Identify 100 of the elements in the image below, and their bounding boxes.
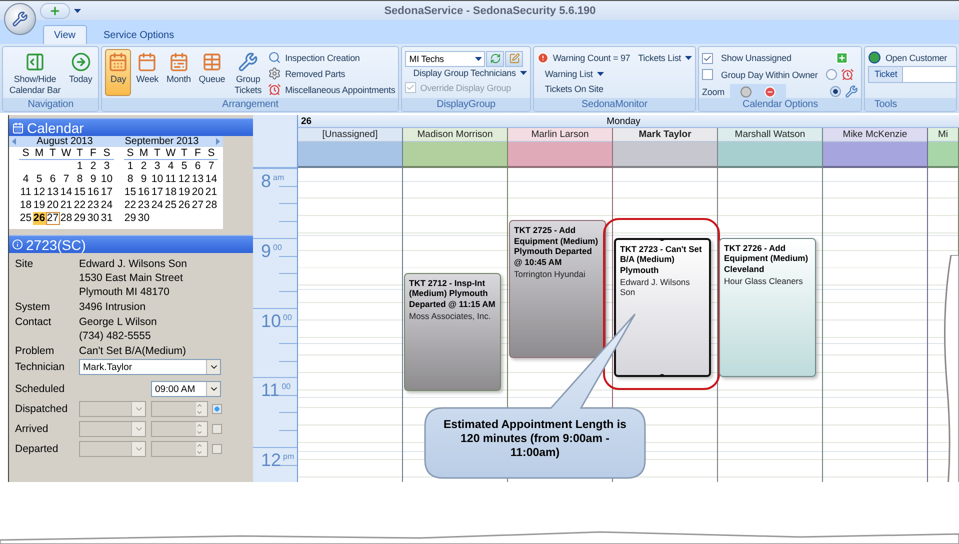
calendar-day[interactable]: 3	[100, 160, 114, 173]
ticket-field[interactable]: Ticket	[868, 66, 956, 83]
checkbox[interactable]	[702, 52, 714, 64]
calendar-day[interactable]: 24	[100, 199, 114, 212]
calendar-day[interactable]: 11	[19, 186, 32, 199]
warning-list-menu[interactable]: Warning List	[536, 66, 692, 80]
calendar-day[interactable]: 14	[204, 173, 218, 186]
resource-header[interactable]: Mi	[928, 128, 958, 142]
resource-header[interactable]: Mike McKenzie	[823, 128, 927, 142]
calendar-day[interactable]: 18	[164, 186, 178, 199]
calendar-day[interactable]: 19	[32, 199, 46, 212]
calendar-day[interactable]: 25	[19, 212, 32, 225]
calendar-day[interactable]: 28	[204, 199, 218, 212]
checkbox[interactable]	[702, 69, 714, 80]
calendar-day[interactable]: 7	[60, 173, 73, 186]
calendar-day[interactable]: 22	[73, 199, 86, 212]
ribbon-link[interactable]: Removed Parts	[268, 67, 396, 80]
calendar-day[interactable]: 15	[73, 186, 86, 199]
time-select[interactable]: 09:00 AM	[151, 381, 221, 397]
date-select[interactable]	[79, 401, 146, 417]
calendar-day[interactable]: 2	[86, 160, 100, 173]
calendar-day[interactable]: 3	[150, 160, 164, 173]
calendar-day[interactable]: 31	[100, 212, 114, 225]
display-group-select[interactable]: MI Techs	[405, 50, 486, 66]
view-button[interactable]: Day	[105, 49, 132, 96]
calendar-day[interactable]: 30	[86, 212, 100, 225]
status-button[interactable]	[212, 424, 222, 434]
calendar-day[interactable]: 13	[46, 186, 60, 199]
radio-button[interactable]	[826, 69, 837, 80]
time-spinner[interactable]	[151, 421, 208, 437]
refresh-button[interactable]	[486, 50, 504, 66]
ribbon-tab[interactable]: View	[43, 25, 86, 44]
view-button[interactable]: Queue	[196, 49, 228, 96]
date-select[interactable]	[79, 441, 146, 457]
calendar-day[interactable]: 5	[178, 160, 191, 173]
tickets-on-site-link[interactable]: Tickets On Site	[536, 82, 692, 96]
calendar-day[interactable]: 26	[178, 199, 191, 212]
status-button[interactable]	[212, 404, 222, 414]
calendar-day[interactable]: 6	[191, 160, 204, 173]
calendar-day[interactable]: 10	[150, 173, 164, 186]
appointment-card[interactable]: TKT 2726 - Add Equipment (Medium) Cleveland Hour Glass Cleaners	[719, 238, 816, 378]
calendar-day[interactable]: 16	[137, 186, 150, 199]
resource-header[interactable]: Madison Morrison	[403, 128, 507, 142]
calendar-day[interactable]: 5	[32, 173, 46, 186]
calendar-day[interactable]: 10	[100, 173, 114, 186]
appointment-card[interactable]: TKT 2712 - Insp-Int (Medium) Plymouth Departed @ 11:15 AM Moss Associates, Inc.	[404, 272, 501, 392]
calendar-day[interactable]: 22	[124, 199, 137, 212]
calendar-day[interactable]: 1	[124, 160, 137, 173]
group-tickets-button[interactable]: Group Tickets	[230, 49, 266, 96]
calendar-day[interactable]: 29	[124, 212, 137, 225]
calendar-day[interactable]: 26	[32, 212, 46, 225]
calendar-day[interactable]: 4	[164, 160, 178, 173]
calendar-day[interactable]: 21	[60, 199, 73, 212]
calendar-day[interactable]: 20	[46, 199, 60, 212]
calendar-day[interactable]: 16	[86, 186, 100, 199]
time-spinner[interactable]	[151, 441, 208, 457]
calendar-day[interactable]: 20	[191, 186, 204, 199]
edit-button[interactable]	[505, 50, 524, 66]
calendar-day[interactable]: 18	[19, 199, 32, 212]
show-hide-button[interactable]: Show/Hide Calendar Bar	[6, 49, 64, 96]
calendar-day[interactable]: 27	[191, 199, 204, 212]
calendar-day[interactable]: 1	[73, 160, 86, 173]
ribbon-link[interactable]: Inspection Creation	[268, 51, 396, 64]
calendar-day[interactable]: 12	[178, 173, 191, 186]
calendar-day[interactable]: 29	[73, 212, 86, 225]
calendar-day[interactable]: 23	[137, 199, 150, 212]
calendar-day[interactable]: 9	[86, 173, 100, 186]
ribbon-link[interactable]: Miscellaneous Appointments	[268, 83, 396, 96]
calendar-day[interactable]: 8	[124, 173, 137, 186]
status-button[interactable]	[212, 444, 222, 454]
calendar-day[interactable]: 4	[19, 173, 32, 186]
view-button[interactable]: Month	[164, 49, 194, 96]
view-button[interactable]: Week	[133, 49, 162, 96]
calendar-day[interactable]: 27	[46, 212, 60, 225]
calendar-day[interactable]: 17	[150, 186, 164, 199]
calendar-day[interactable]: 23	[86, 199, 100, 212]
resource-header[interactable]: Mark Taylor	[613, 128, 717, 142]
calendar-day[interactable]: 12	[32, 186, 46, 199]
calendar-day[interactable]: 9	[137, 173, 150, 186]
zoom-out-icon[interactable]	[764, 86, 776, 98]
resource-header[interactable]: Marshall Watson	[718, 128, 822, 142]
calendar-day[interactable]: 15	[124, 186, 137, 199]
open-customer-button[interactable]: Open Customer	[868, 51, 956, 64]
appointment-card[interactable]: TKT 2725 - Add Equipment (Medium) Plymouth Departed @ 10:45 AM Torrington Hyundai	[509, 220, 606, 358]
resource-header[interactable]: Marlin Larson	[508, 128, 612, 142]
radio-button[interactable]	[830, 86, 842, 97]
calendar-day[interactable]: 8	[73, 173, 86, 186]
add-button[interactable]	[40, 2, 70, 18]
calendar-day[interactable]: 2	[137, 160, 150, 173]
technician-select[interactable]: Mark.Taylor	[79, 359, 221, 375]
appointment-card[interactable]: TKT 2723 - Can't Set B/A (Medium) Plymouth Edward J. Wilsons Son	[614, 238, 711, 378]
calendar-day[interactable]: 7	[204, 160, 218, 173]
calendar-day[interactable]: 14	[60, 186, 73, 199]
calendar-day[interactable]: 19	[178, 186, 191, 199]
tickets-list-menu[interactable]: Tickets List	[638, 52, 692, 63]
calendar-day[interactable]: 25	[164, 199, 178, 212]
calendar-day[interactable]: 24	[150, 199, 164, 212]
resource-header[interactable]: [Unassigned]	[298, 128, 402, 142]
calendar-day[interactable]: 21	[204, 186, 218, 199]
calendar-day[interactable]: 6	[46, 173, 60, 186]
